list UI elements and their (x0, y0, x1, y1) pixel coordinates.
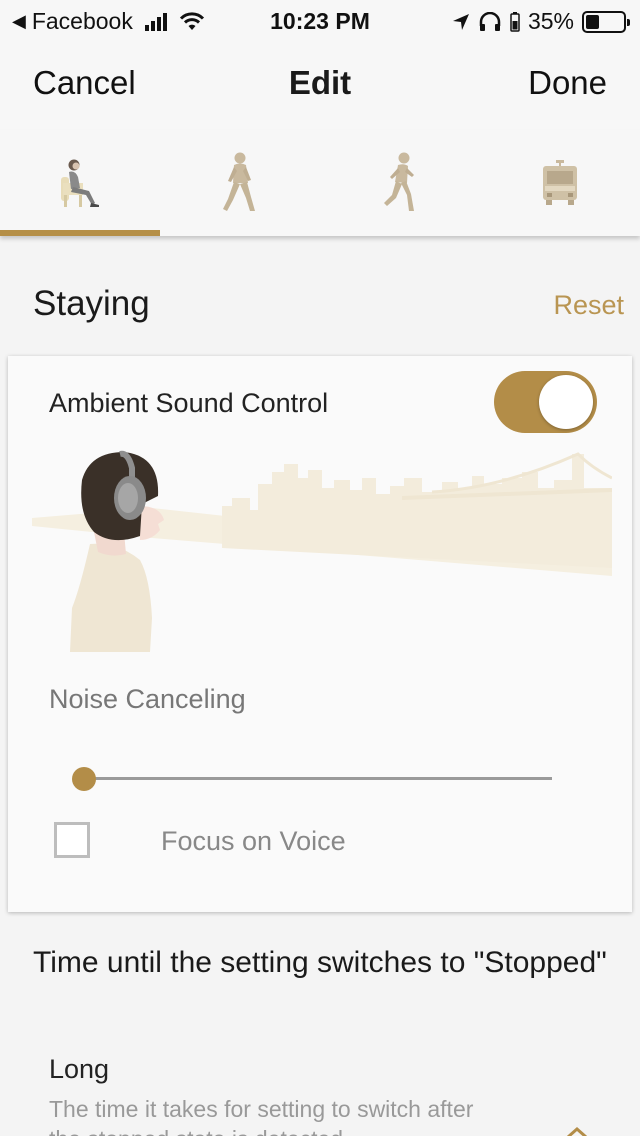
focus-on-voice-label: Focus on Voice (161, 826, 346, 856)
tab-walking[interactable] (160, 130, 320, 236)
status-bar: ◀ Facebook 10:23 PM 35% (0, 0, 640, 40)
walking-person-icon (223, 152, 255, 211)
ambient-level-slider[interactable] (72, 761, 552, 797)
tab-transport[interactable] (480, 130, 640, 236)
noise-canceling-illustration (32, 450, 612, 652)
ambient-sound-label: Ambient Sound Control (49, 388, 329, 418)
running-person-icon (384, 152, 414, 211)
sitting-person-icon (61, 159, 99, 207)
section-title: Staying (33, 284, 150, 323)
ambient-sound-toggle[interactable] (494, 371, 597, 433)
battery-percent: 35% (527, 8, 574, 34)
chevron-up-icon[interactable] (566, 1126, 588, 1136)
slider-track (82, 777, 552, 780)
focus-on-voice-checkbox[interactable] (54, 822, 90, 858)
ambient-sound-card: Ambient Sound Control Noise Canceling Fo… (8, 356, 632, 912)
toggle-knob (539, 375, 593, 429)
noise-canceling-label: Noise Canceling (49, 684, 246, 714)
train-icon (543, 160, 577, 205)
tab-running[interactable] (320, 130, 480, 236)
battery-icon (582, 10, 630, 33)
headphones-icon (479, 11, 501, 31)
location-arrow-icon (452, 13, 469, 30)
navigation-bar: Cancel Edit Done (0, 40, 640, 130)
activity-tabs (0, 130, 640, 236)
done-button[interactable]: Done (528, 64, 607, 102)
timer-option-value[interactable]: Long (49, 1054, 109, 1085)
timer-option-description: The time it takes for setting to switch … (49, 1096, 474, 1136)
tab-staying[interactable] (0, 130, 160, 236)
timer-section-title: Time until the setting switches to "Stop… (33, 946, 607, 979)
headphone-battery-icon (510, 11, 520, 32)
slider-thumb[interactable] (72, 767, 96, 791)
reset-button[interactable]: Reset (553, 290, 624, 321)
